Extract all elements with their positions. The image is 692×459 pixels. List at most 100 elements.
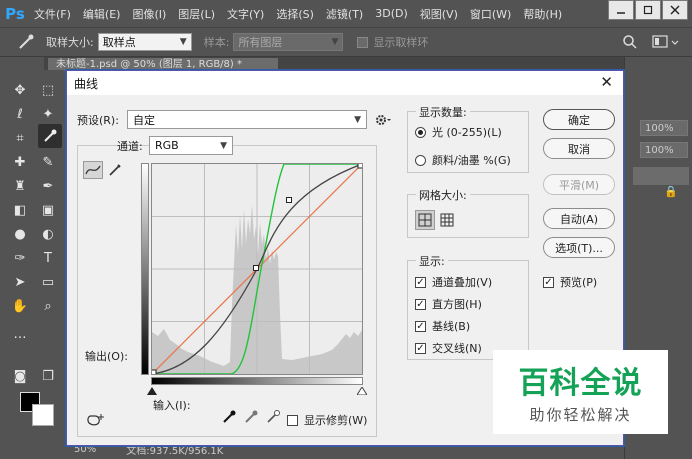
grid-4x4-button[interactable] bbox=[415, 210, 435, 230]
history-brush-tool-icon[interactable]: ✒ bbox=[38, 176, 58, 196]
lock-icon: 🔒 bbox=[651, 185, 691, 203]
auto-button[interactable]: 自动(A) bbox=[543, 208, 615, 229]
show-title: 显示: bbox=[416, 253, 448, 269]
black-point-slider[interactable] bbox=[147, 387, 157, 395]
curve-graph-svg[interactable] bbox=[150, 162, 364, 376]
layer-row[interactable] bbox=[633, 167, 689, 185]
histogram-checkbox[interactable]: ✓ bbox=[415, 298, 426, 310]
curve-point[interactable] bbox=[150, 369, 157, 376]
curve-points-tool-icon[interactable] bbox=[83, 161, 103, 179]
close-window-button[interactable] bbox=[662, 0, 688, 20]
ok-button[interactable]: 确定 bbox=[543, 109, 615, 130]
light-radio[interactable] bbox=[415, 126, 426, 138]
input-gradient-bar bbox=[151, 377, 363, 385]
histogram-label: 直方图(H) bbox=[432, 298, 482, 311]
menu-help[interactable]: 帮助(H) bbox=[517, 6, 568, 22]
menu-layer[interactable]: 图层(L) bbox=[172, 6, 221, 22]
quick-mask-icon[interactable]: ◙ bbox=[10, 366, 30, 386]
sample-size-select[interactable]: 取样点 ▼ bbox=[97, 33, 192, 51]
black-point-eyedropper-icon[interactable] bbox=[221, 409, 237, 425]
show-clipping-label: 显示修剪(W) bbox=[304, 414, 368, 427]
smooth-button[interactable]: 平滑(M) bbox=[543, 174, 615, 195]
channel-overlay-row[interactable]: ✓ 通道叠加(V) bbox=[415, 274, 492, 290]
menu-image[interactable]: 图像(I) bbox=[126, 6, 172, 22]
menu-window[interactable]: 窗口(W) bbox=[464, 6, 517, 22]
opacity-field[interactable]: 100% bbox=[640, 120, 688, 136]
eyedropper-tool-icon[interactable] bbox=[38, 124, 62, 148]
dodge-tool-icon[interactable]: ◐ bbox=[38, 224, 58, 244]
healing-brush-tool-icon[interactable]: ✚ bbox=[10, 152, 30, 172]
show-clipping-row[interactable]: 显示修剪(W) bbox=[287, 412, 367, 428]
zoom-tool-icon[interactable]: ⌕ bbox=[38, 296, 58, 316]
background-color-swatch[interactable] bbox=[32, 404, 54, 426]
gradient-tool-icon[interactable]: ▣ bbox=[38, 200, 58, 220]
crop-tool-icon[interactable]: ⌗ bbox=[10, 128, 30, 148]
pigment-radio[interactable] bbox=[415, 154, 426, 166]
menu-type[interactable]: 文字(Y) bbox=[221, 6, 270, 22]
more-tools-icon[interactable]: … bbox=[10, 324, 30, 344]
white-point-eyedropper-icon[interactable] bbox=[265, 409, 281, 425]
rectangle-tool-icon[interactable]: ▭ bbox=[38, 272, 58, 292]
menu-3d[interactable]: 3D(D) bbox=[369, 7, 414, 20]
menu-file[interactable]: 文件(F) bbox=[28, 6, 77, 22]
chevron-down-icon: ▼ bbox=[220, 140, 227, 151]
stamp-tool-icon[interactable]: ♜ bbox=[10, 176, 30, 196]
pigment-radio-row[interactable]: 颜料/油墨 %(G) bbox=[415, 152, 511, 168]
preset-options-gear-icon[interactable] bbox=[375, 113, 391, 127]
show-clipping-checkbox[interactable] bbox=[287, 414, 298, 426]
menu-filter[interactable]: 滤镜(T) bbox=[320, 6, 369, 22]
preset-label: 预设(R): bbox=[77, 114, 119, 127]
curve-point[interactable] bbox=[357, 162, 364, 169]
menu-view[interactable]: 视图(V) bbox=[414, 6, 464, 22]
menu-select[interactable]: 选择(S) bbox=[270, 6, 320, 22]
histogram-row[interactable]: ✓ 直方图(H) bbox=[415, 296, 482, 312]
options-button[interactable]: 选项(T)... bbox=[543, 237, 615, 258]
menu-edit[interactable]: 编辑(E) bbox=[77, 6, 127, 22]
channel-overlay-checkbox[interactable]: ✓ bbox=[415, 276, 426, 288]
pencil-draw-icon[interactable] bbox=[107, 161, 123, 179]
screen-mode-icon[interactable]: ❐ bbox=[38, 366, 58, 386]
channel-select[interactable]: RGB ▼ bbox=[149, 136, 233, 155]
curve-graph[interactable] bbox=[150, 162, 364, 376]
eraser-tool-icon[interactable]: ◧ bbox=[10, 200, 30, 220]
eyedropper-tool-icon[interactable] bbox=[16, 33, 38, 51]
fill-field[interactable]: 100% bbox=[640, 142, 688, 158]
target-adjustment-hand-icon[interactable] bbox=[85, 411, 105, 427]
intersection-row[interactable]: ✓ 交叉线(N) bbox=[415, 340, 482, 356]
close-icon bbox=[670, 5, 680, 15]
blur-tool-icon[interactable]: ● bbox=[10, 224, 30, 244]
curve-point[interactable] bbox=[286, 197, 292, 203]
light-radio-row[interactable]: 光 (0-255)(L) bbox=[415, 124, 502, 140]
gray-point-eyedropper-icon[interactable] bbox=[243, 409, 259, 425]
sample-select[interactable]: 所有图层 ▼ bbox=[233, 33, 344, 51]
curve-point[interactable] bbox=[253, 265, 259, 271]
maximize-button[interactable] bbox=[635, 0, 661, 20]
move-tool-icon[interactable]: ✥ bbox=[10, 80, 30, 100]
grid-10x10-button[interactable] bbox=[437, 210, 457, 230]
minimize-button[interactable] bbox=[608, 0, 634, 20]
lasso-tool-icon[interactable]: ℓ bbox=[10, 104, 30, 124]
baseline-row[interactable]: ✓ 基线(B) bbox=[415, 318, 470, 334]
cancel-button[interactable]: 取消 bbox=[543, 138, 615, 159]
show-ring-checkbox[interactable] bbox=[357, 36, 369, 48]
close-icon[interactable]: ✕ bbox=[600, 73, 613, 91]
hand-tool-icon[interactable]: ✋ bbox=[10, 296, 30, 316]
preview-row[interactable]: ✓ 预览(P) bbox=[543, 274, 597, 290]
intersection-checkbox[interactable]: ✓ bbox=[415, 342, 426, 354]
minimize-icon bbox=[617, 12, 625, 14]
tool-palette: ✥ ⬚ ℓ ✦ ⌗ ✚ ✎ ♜ ✒ ◧ ▣ ● ◐ ✑ T ➤ ▭ ✋ ⌕ … … bbox=[4, 70, 64, 426]
path-selection-tool-icon[interactable]: ➤ bbox=[10, 272, 30, 292]
channel-value: RGB bbox=[155, 139, 179, 152]
type-tool-icon[interactable]: T bbox=[38, 248, 58, 268]
channel-label: 通道: bbox=[117, 140, 143, 153]
brush-tool-icon[interactable]: ✎ bbox=[38, 152, 58, 172]
search-icon[interactable] bbox=[622, 34, 638, 50]
marquee-tool-icon[interactable]: ⬚ bbox=[38, 80, 58, 100]
preset-select[interactable]: 自定 ▼ bbox=[127, 110, 367, 129]
white-point-slider[interactable] bbox=[357, 387, 367, 395]
magic-wand-tool-icon[interactable]: ✦ bbox=[38, 104, 58, 124]
preview-checkbox[interactable]: ✓ bbox=[543, 276, 554, 288]
pen-tool-icon[interactable]: ✑ bbox=[10, 248, 30, 268]
workspace-icon[interactable] bbox=[652, 34, 682, 50]
baseline-checkbox[interactable]: ✓ bbox=[415, 320, 426, 332]
